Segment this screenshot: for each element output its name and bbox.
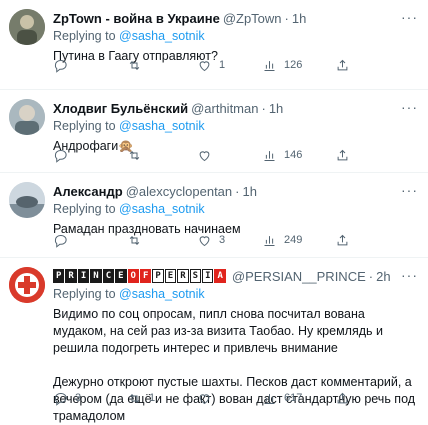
avatar[interactable] [9, 9, 45, 45]
like-button[interactable] [197, 391, 219, 406]
heart-icon [199, 60, 210, 71]
tweet-text: Путина в Гаагу отправляют? [53, 49, 218, 63]
more-icon[interactable]: ··· [401, 267, 418, 283]
mention-link[interactable]: @sasha_sotnik [119, 287, 205, 301]
tweet[interactable]: ZpTown - война в Украине @ZpTown · 1h ··… [0, 0, 428, 90]
separator-dot: · [235, 183, 240, 199]
retweet-icon [129, 60, 140, 70]
share-icon [337, 149, 348, 160]
reply-button[interactable] [53, 148, 75, 163]
reply-icon [54, 59, 67, 73]
retweet-button[interactable] [127, 58, 149, 73]
tweet-time[interactable]: 1h [243, 184, 257, 199]
tweet-text: Андрофаги🙊 [53, 139, 134, 153]
views-button[interactable]: 146 [262, 148, 302, 163]
like-button[interactable]: 3 [197, 233, 225, 248]
reply-icon [54, 234, 67, 248]
avatar[interactable] [9, 267, 45, 303]
retweet-icon [129, 150, 140, 160]
like-count: 3 [219, 234, 226, 246]
tweet-text: Видимо по соц опросам, пипл снова посчит… [53, 307, 416, 423]
tweet-text: Рамадан праздновать начинаем [53, 222, 241, 236]
more-icon[interactable]: ··· [401, 9, 418, 25]
share-icon [337, 234, 348, 245]
views-button[interactable]: 249 [262, 233, 302, 248]
author-handle[interactable]: @arthitman [191, 101, 258, 116]
retweet-count: 1 [149, 392, 156, 404]
heart-icon [199, 393, 210, 404]
like-button[interactable]: 1 [197, 58, 225, 73]
author-handle[interactable]: @PERSIAN__PRINCE [232, 269, 366, 284]
retweet-button[interactable] [127, 233, 149, 248]
replying-prefix: Replying to [53, 29, 120, 43]
tweet-time[interactable]: 1h [292, 11, 306, 26]
avatar[interactable] [9, 182, 45, 218]
share-button[interactable] [335, 58, 350, 73]
replying-prefix: Replying to [53, 202, 120, 216]
author-handle[interactable]: @alexcyclopentan [126, 184, 232, 199]
replying-to: Replying to @sasha_sotnik [53, 119, 418, 135]
replying-prefix: Replying to [53, 119, 120, 133]
replying-to: Replying to @sasha_sotnik [53, 202, 418, 218]
separator-dot: · [368, 268, 374, 284]
views-button[interactable]: 126 [262, 58, 302, 73]
avatar-image [9, 182, 45, 218]
share-icon [337, 59, 348, 70]
reply-icon [54, 149, 67, 163]
retweet-icon [129, 393, 140, 403]
views-icon [264, 393, 275, 404]
replying-prefix: Replying to [53, 287, 120, 301]
avatar-image [9, 267, 45, 303]
views-icon [264, 60, 275, 71]
separator-dot: · [284, 10, 289, 26]
like-count: 1 [219, 59, 226, 71]
tweet-time[interactable]: 1h [269, 101, 283, 116]
author-name[interactable]: Александр [53, 184, 123, 199]
avatar-image [9, 99, 45, 135]
views-count: 617 [284, 392, 303, 404]
views-icon [264, 235, 275, 246]
display-name-logo[interactable]: PRINCE OF PERSIA [53, 269, 226, 283]
views-icon [264, 150, 275, 161]
reply-count: 3 [75, 392, 82, 404]
like-button[interactable] [197, 148, 219, 163]
retweet-button[interactable] [127, 148, 149, 163]
tweet-time[interactable]: 2h [376, 269, 390, 284]
mention-link[interactable]: @sasha_sotnik [119, 119, 205, 133]
heart-icon [199, 150, 210, 161]
author-name[interactable]: Хлодвиг Бульёнский [53, 101, 188, 116]
reply-icon [54, 392, 67, 406]
tweet[interactable]: Александр @alexcyclopentan · 1h ··· Repl… [0, 173, 428, 258]
share-icon [337, 392, 348, 403]
avatar[interactable] [9, 99, 45, 135]
more-icon[interactable]: ··· [401, 99, 418, 115]
views-count: 249 [284, 234, 303, 246]
mention-link[interactable]: @sasha_sotnik [119, 29, 205, 43]
retweet-icon [129, 235, 140, 245]
share-button[interactable] [335, 233, 350, 248]
views-count: 126 [284, 59, 303, 71]
retweet-button[interactable]: 1 [127, 391, 155, 406]
share-button[interactable] [335, 148, 350, 163]
views-button[interactable]: 617 [262, 391, 302, 406]
tweet[interactable]: PRINCE OF PERSIA @PERSIAN__PRINCE · 2h ·… [0, 258, 428, 423]
separator-dot: · [261, 100, 266, 116]
replying-to: Replying to @sasha_sotnik [53, 29, 418, 45]
tweet[interactable]: Хлодвиг Бульёнский @arthitman · 1h ··· R… [0, 90, 428, 173]
views-count: 146 [284, 149, 303, 161]
reply-button[interactable]: 3 [53, 391, 81, 406]
reply-button[interactable] [53, 233, 75, 248]
avatar-image [9, 9, 45, 45]
author-handle[interactable]: @ZpTown [223, 11, 282, 26]
heart-icon [199, 235, 210, 246]
replying-to: Replying to @sasha_sotnik [53, 287, 418, 303]
author-name[interactable]: ZpTown - война в Украине [53, 11, 220, 26]
reply-button[interactable] [53, 58, 75, 73]
more-icon[interactable]: ··· [401, 182, 418, 198]
mention-link[interactable]: @sasha_sotnik [119, 202, 205, 216]
share-button[interactable] [335, 391, 350, 406]
